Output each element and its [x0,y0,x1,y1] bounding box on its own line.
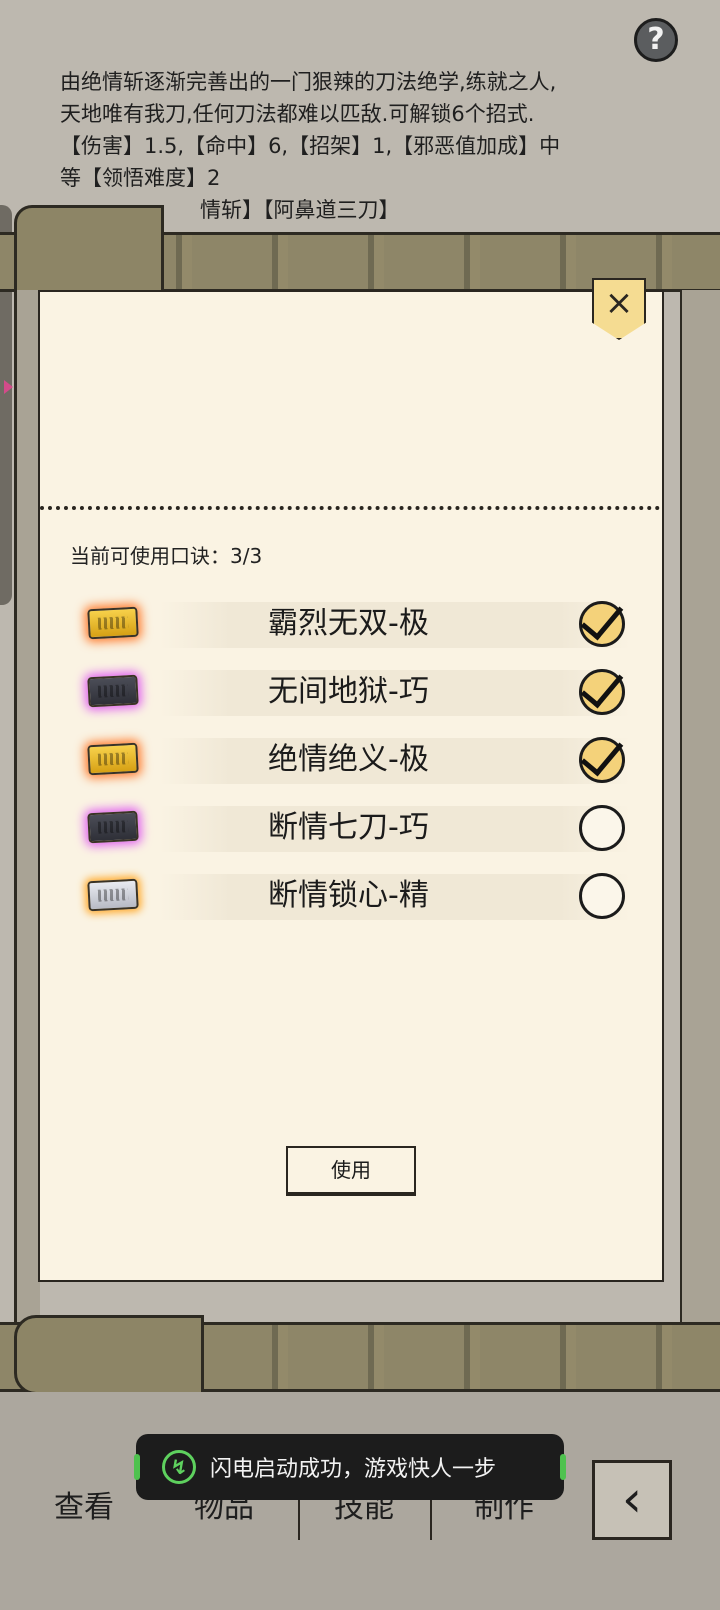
checkbox-unchecked[interactable] [579,805,625,851]
skill-name: 绝情绝义-极 [268,742,429,777]
help-button[interactable]: ? [634,18,678,62]
back-arrow-icon: ‹ [622,1470,642,1528]
usable-count-label: 当前可使用口诀：3/3 [70,544,263,568]
nav-view[interactable]: 查看 [54,1482,114,1526]
skill-name: 无间地狱-巧 [268,674,429,709]
back-button[interactable]: ‹ [592,1460,672,1540]
skill-row[interactable]: 断情七刀-巧 [80,800,640,856]
checkbox-checked[interactable] [579,663,625,715]
close-icon: × [604,283,634,323]
description-line: 等【领悟难度】2 [60,166,221,190]
skill-row[interactable]: 断情锁心-精 [80,868,640,924]
scroll-paper-right [680,290,720,1330]
scroll-rod-bottom [0,1315,720,1395]
skill-name: 断情锁心-精 [268,878,429,913]
scroll-icon [87,674,139,708]
checkbox-checked[interactable] [579,731,625,783]
skill-name: 断情七刀-巧 [268,810,429,845]
divider [40,506,660,510]
checkbox-unchecked[interactable] [579,873,625,919]
checkbox-checked[interactable] [579,595,625,647]
scroll-icon [87,742,139,776]
skill-name: 霸烈无双-极 [268,606,429,641]
use-button[interactable]: 使用 [286,1146,416,1194]
toast-notification: ↯ 闪电启动成功，游戏快人一步 [134,1434,566,1500]
scroll-icon [87,810,139,844]
scroll-icon [87,606,139,640]
skill-row[interactable]: 霸烈无双-极 [80,595,640,652]
description-line: 天地唯有我刀,任何刀法都难以匹敌.可解锁6个招式. [60,102,535,126]
skill-description: 由绝情斩逐渐完善出的一门狠辣的刀法绝学,练就之人, 天地唯有我刀,任何刀法都难以… [60,66,660,226]
chevron-right-icon [4,380,13,394]
scroll-paper-left [14,290,40,1330]
description-line: 【伤害】1.5,【命中】6,【招架】1,【邪恶值加成】中 [60,134,561,158]
skill-row[interactable]: 无间地狱-巧 [80,663,640,720]
description-line: 由绝情斩逐渐完善出的一门狠辣的刀法绝学,练就之人, [60,70,557,94]
lightning-icon: ↯ [162,1450,196,1484]
toast-text: 闪电启动成功，游戏快人一步 [210,1457,497,1482]
skill-row[interactable]: 绝情绝义-极 [80,731,640,788]
scroll-icon [87,878,139,912]
